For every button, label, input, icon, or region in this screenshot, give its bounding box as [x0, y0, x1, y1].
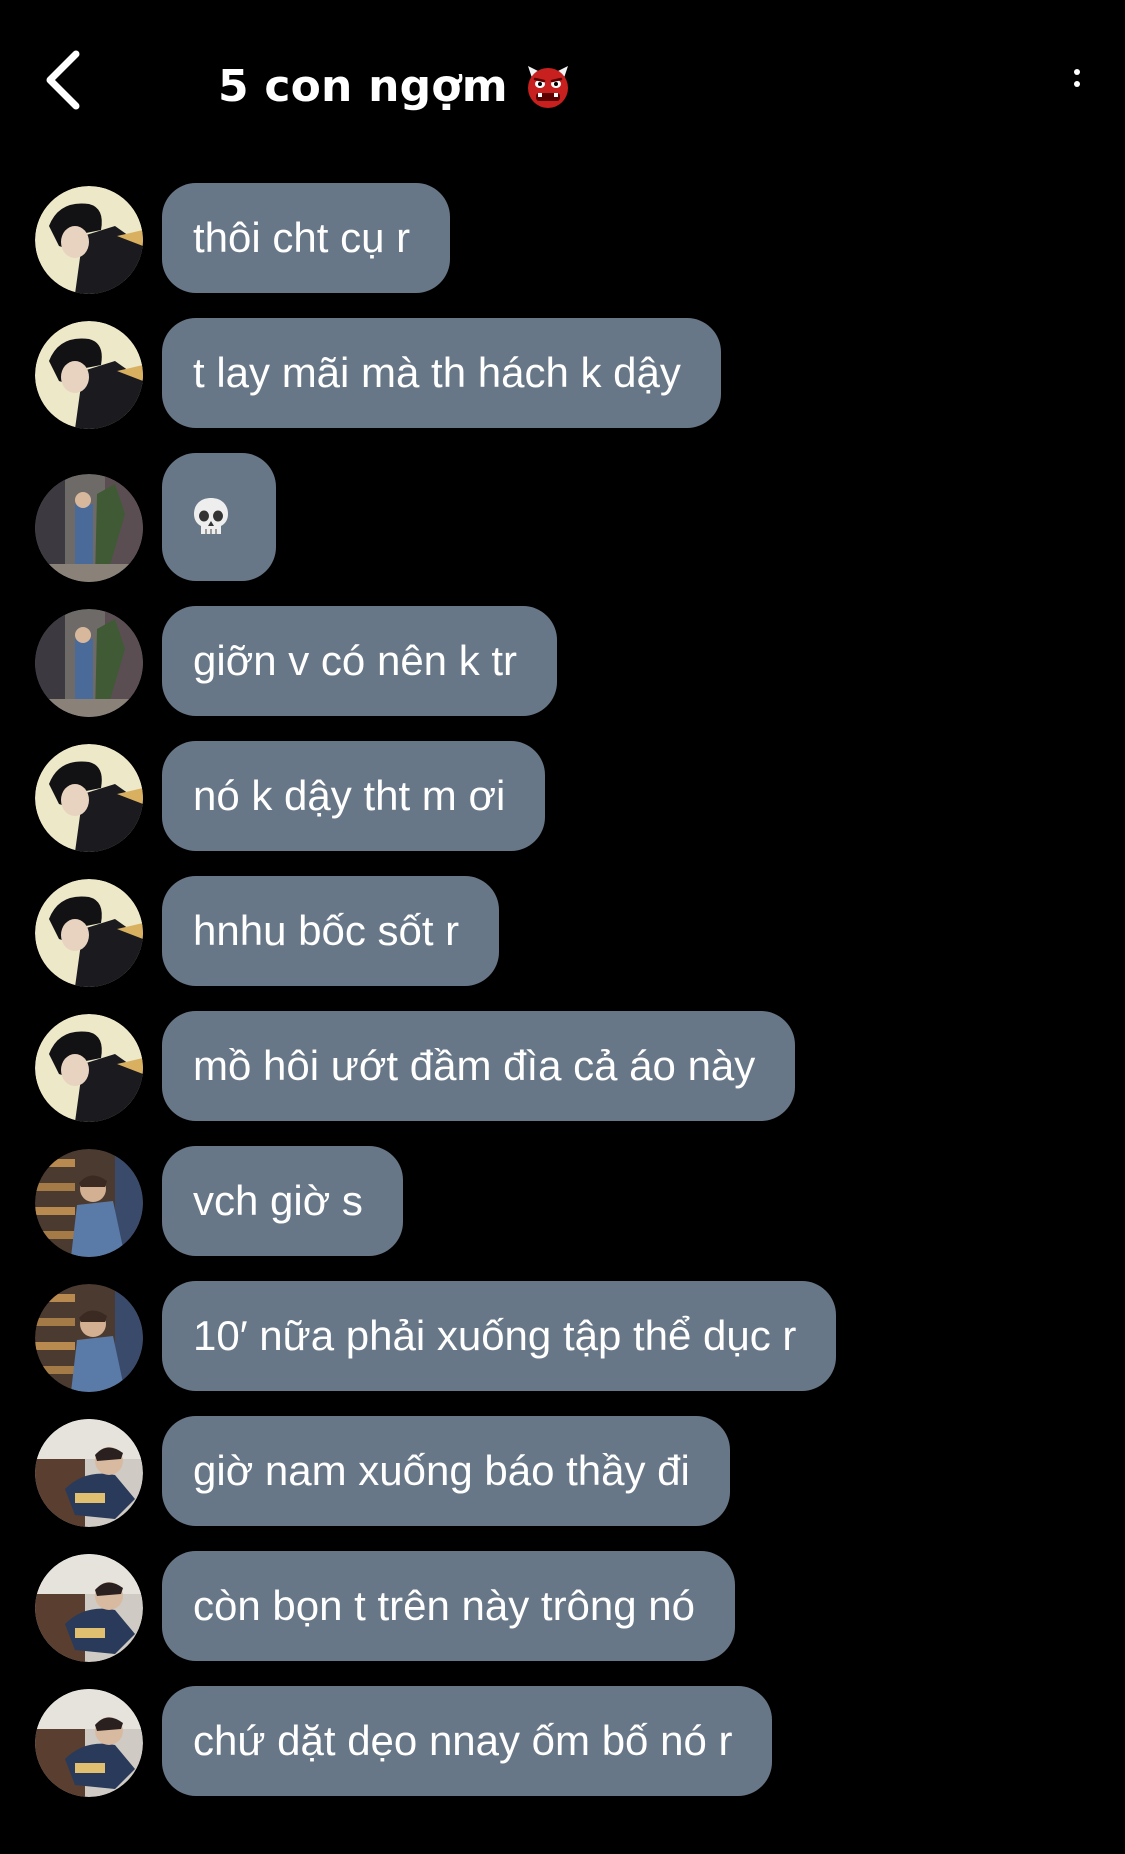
avatar-c-image [35, 1149, 143, 1257]
message-bubble[interactable]: chứ dặt dẹo nnay ốm bố nó r [162, 1686, 773, 1796]
avatar[interactable] [35, 609, 143, 717]
avatar[interactable] [35, 1554, 143, 1662]
message-bubble[interactable]: vch giờ s [162, 1146, 403, 1256]
message-bubble[interactable]: thôi cht cụ r [162, 183, 451, 293]
message-bubble[interactable]: mồ hôi ướt đầm đìa cả áo này [162, 1011, 796, 1121]
avatar-a-image [35, 744, 143, 852]
message-row: chứ dặt dẹo nnay ốm bố nó r [0, 1686, 1125, 1798]
avatar-c-image [35, 1284, 143, 1392]
message-list: thôi cht cụ r t lay mãi mà th hách k dậy [0, 0, 1125, 1854]
skull-emoji-icon [194, 498, 228, 534]
message-row: t lay mãi mà th hách k dậy [0, 318, 1125, 430]
message-row: nó k dậy tht m ơi [0, 741, 1125, 853]
message-bubble[interactable]: hnhu bốc sốt r [162, 876, 500, 986]
avatar-a-image [35, 321, 143, 429]
avatar-a-image [35, 879, 143, 987]
avatar-b-image [35, 474, 143, 582]
avatar[interactable] [35, 186, 143, 294]
message-row: giờ nam xuống báo thầy đi [0, 1416, 1125, 1528]
message-row: 10′ nữa phải xuống tập thể dục r [0, 1281, 1125, 1393]
message-bubble[interactable]: t lay mãi mà th hách k dậy [162, 318, 721, 428]
avatar[interactable] [35, 1284, 143, 1392]
avatar[interactable] [35, 1419, 143, 1527]
avatar-d-image [35, 1554, 143, 1662]
avatar[interactable] [35, 474, 143, 582]
message-bubble[interactable]: nó k dậy tht m ơi [162, 741, 546, 851]
message-row: hnhu bốc sốt r [0, 876, 1125, 988]
avatar-a-image [35, 1014, 143, 1122]
message-row: giỡn v có nên k tr [0, 606, 1125, 718]
avatar[interactable] [35, 1149, 143, 1257]
message-row: thôi cht cụ r [0, 183, 1125, 295]
avatar-b-image [35, 609, 143, 717]
avatar-a-image [35, 186, 143, 294]
message-row: còn bọn t trên này trông nó [0, 1551, 1125, 1663]
avatar[interactable] [35, 321, 143, 429]
message-bubble[interactable]: giỡn v có nên k tr [162, 606, 558, 716]
avatar[interactable] [35, 879, 143, 987]
message-row: mồ hôi ướt đầm đìa cả áo này [0, 1011, 1125, 1123]
message-bubble[interactable]: còn bọn t trên này trông nó [162, 1551, 736, 1661]
message-row [0, 453, 1125, 582]
message-bubble[interactable]: giờ nam xuống báo thầy đi [162, 1416, 730, 1526]
message-row: vch giờ s [0, 1146, 1125, 1258]
avatar-d-image [35, 1689, 143, 1797]
avatar[interactable] [35, 744, 143, 852]
message-bubble[interactable] [162, 453, 276, 581]
avatar[interactable] [35, 1014, 143, 1122]
avatar-d-image [35, 1419, 143, 1527]
message-bubble[interactable]: 10′ nữa phải xuống tập thể dục r [162, 1281, 837, 1391]
avatar[interactable] [35, 1689, 143, 1797]
